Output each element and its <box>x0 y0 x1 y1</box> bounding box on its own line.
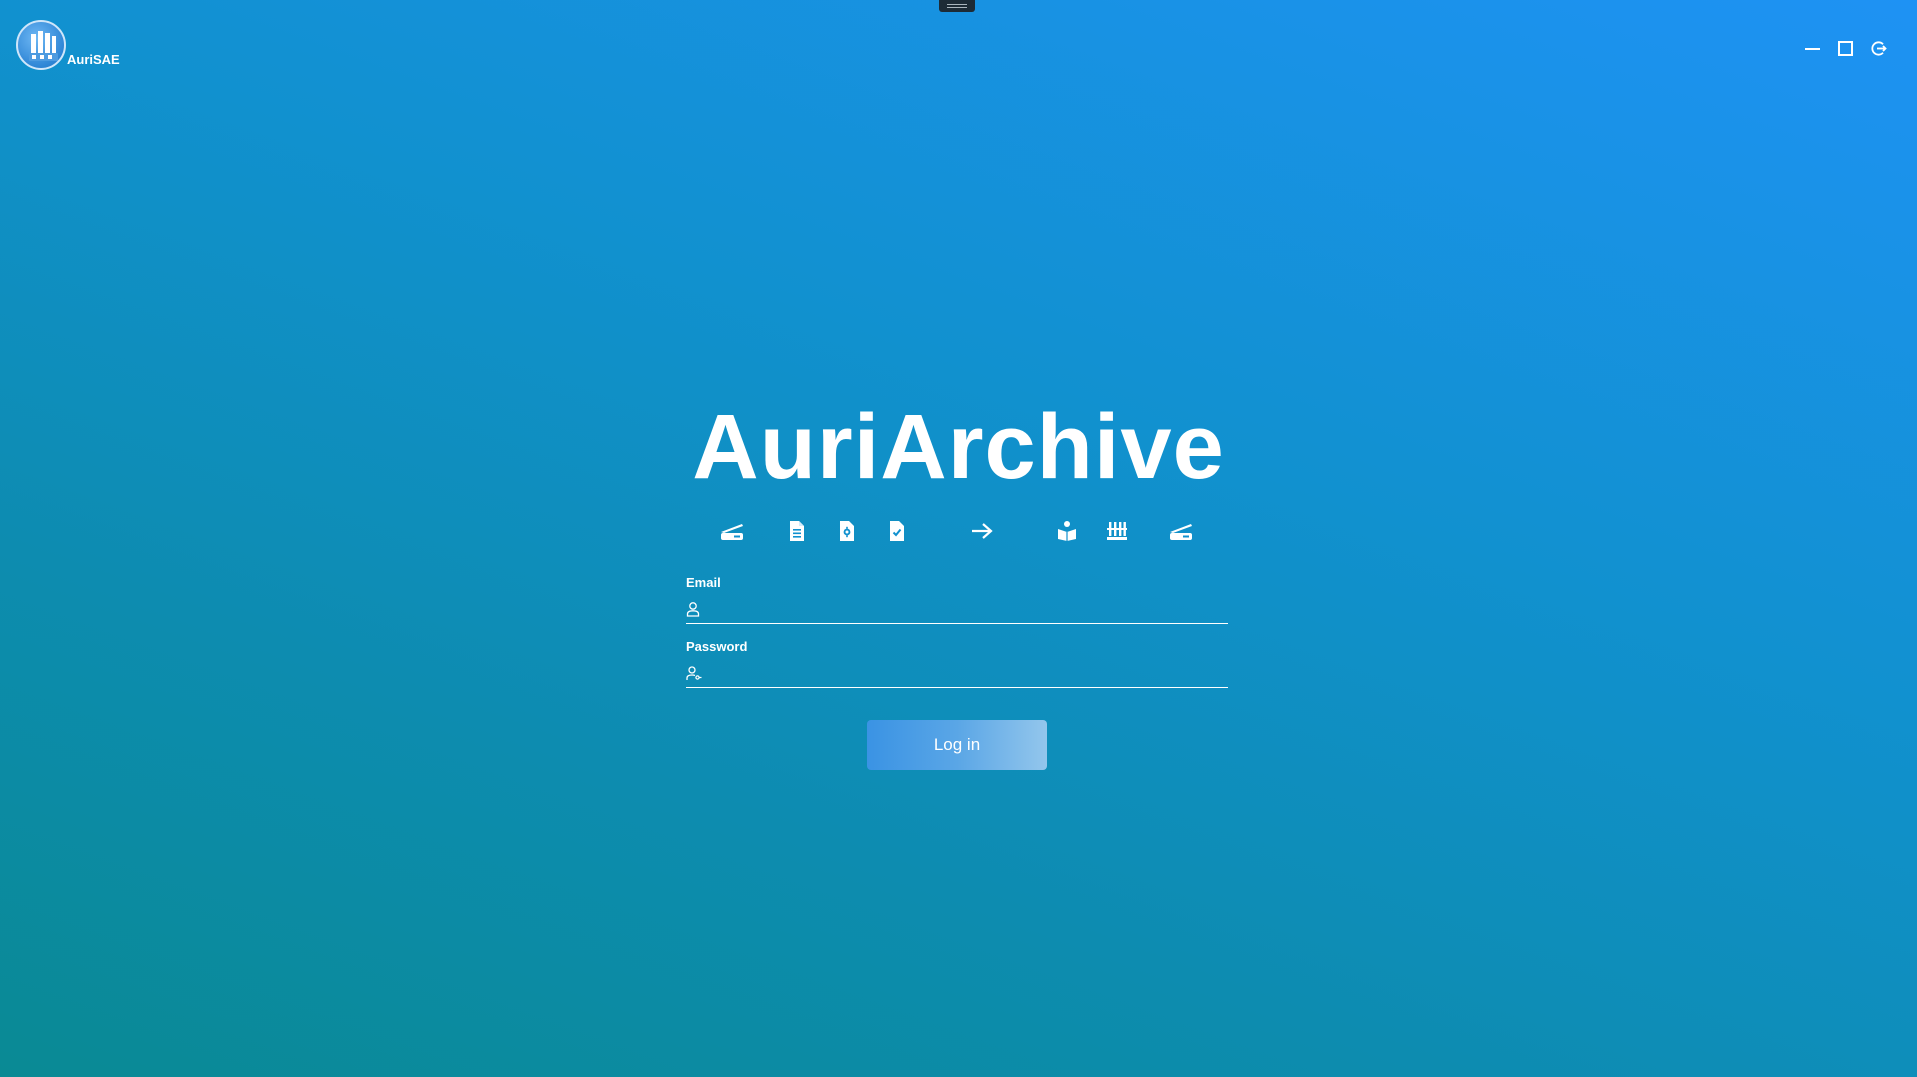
maximize-icon[interactable] <box>1837 40 1854 57</box>
app-title: AuriArchive <box>692 396 1225 498</box>
document-check-icon <box>884 518 910 544</box>
password-field-wrapper <box>686 659 1228 688</box>
exit-icon[interactable] <box>1870 40 1887 57</box>
brand-name: AuriSAE <box>67 52 120 67</box>
email-input[interactable] <box>706 597 1225 623</box>
password-input[interactable] <box>706 661 1225 687</box>
login-form: Email Password <box>686 574 1228 688</box>
app-logo-icon <box>16 20 66 70</box>
email-label: Email <box>686 575 721 590</box>
window-controls <box>1804 40 1887 57</box>
scanner-icon <box>1168 518 1194 544</box>
archive-columns-icon <box>1104 518 1130 544</box>
scanner-icon <box>719 518 745 544</box>
password-label: Password <box>686 639 748 654</box>
user-icon <box>686 601 700 617</box>
login-button[interactable]: Log in <box>867 720 1047 770</box>
user-key-icon <box>686 665 702 681</box>
document-icon <box>784 518 810 544</box>
email-field-wrapper <box>686 595 1228 624</box>
window-drag-handle[interactable] <box>939 0 975 12</box>
document-settings-icon <box>834 518 860 544</box>
arrow-right-icon <box>969 518 995 544</box>
minimize-icon[interactable] <box>1804 40 1821 57</box>
feature-icon-row <box>0 518 1917 544</box>
book-open-icon <box>1054 518 1080 544</box>
